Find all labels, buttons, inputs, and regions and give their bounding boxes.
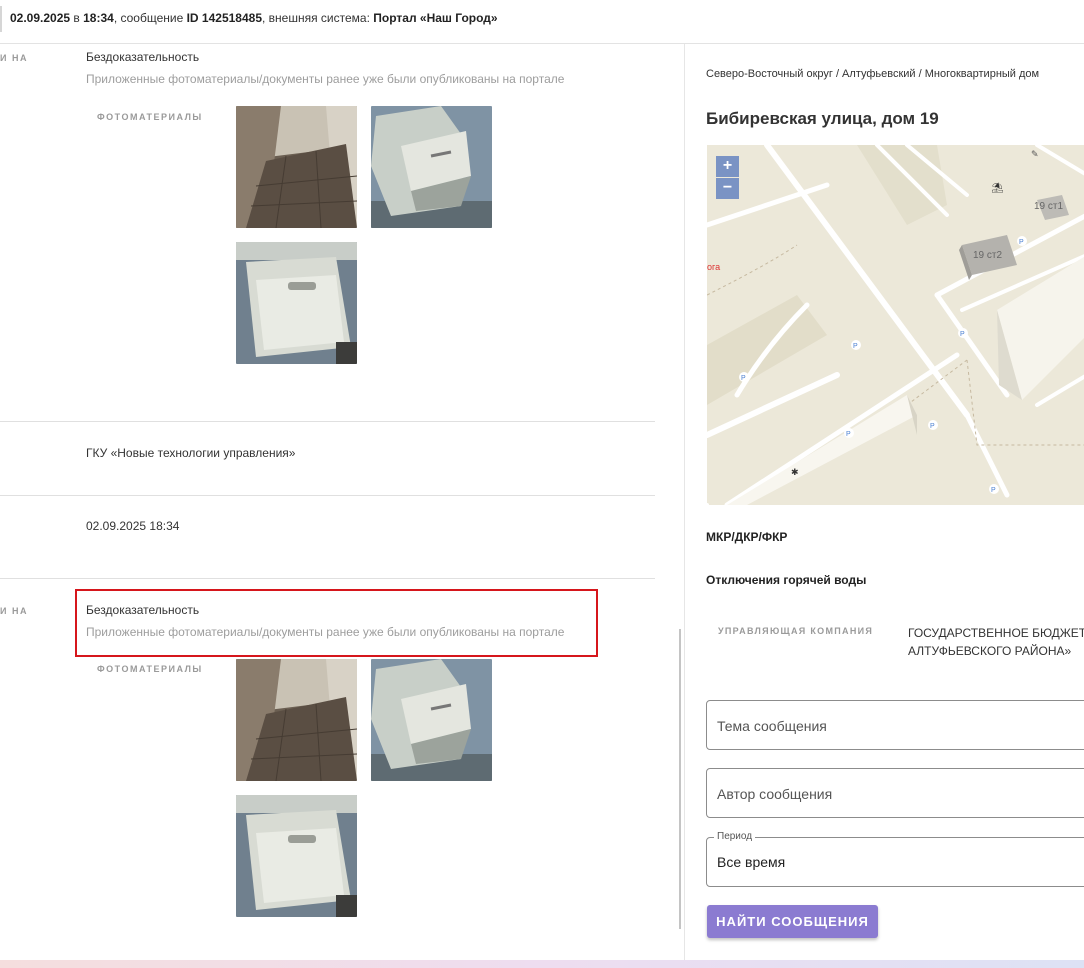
map-parking-icon: P bbox=[960, 331, 965, 338]
highlight-box bbox=[75, 589, 598, 657]
management-company-line: АЛТУФЬЕВСКОГО РАЙОНА» bbox=[908, 644, 1072, 658]
message-header: 02.09.2025 в 18:34, сообщение ID 1425184… bbox=[0, 0, 1084, 44]
map-parking-icon: P bbox=[741, 375, 746, 382]
map-poi-icon: ✎ bbox=[1031, 150, 1039, 160]
field-label-cut: И НА bbox=[0, 606, 28, 616]
message-details-panel: И НА Бездоказательность Приложенные фото… bbox=[0, 44, 684, 960]
map-poi-icon: ⛱ bbox=[991, 182, 1004, 194]
bottom-strip bbox=[0, 960, 1084, 968]
repair-programs-link[interactable]: МКР/ДКР/ФКР bbox=[706, 530, 787, 544]
period-select[interactable]: Период Все время bbox=[706, 831, 1084, 887]
map-zoom-in-button[interactable]: + bbox=[716, 156, 739, 177]
hot-water-outages-link[interactable]: Отключения горячей воды bbox=[706, 573, 866, 587]
management-company-label: УПРАВЛЯЮЩАЯ КОМПАНИЯ bbox=[718, 626, 874, 636]
map-building-label: 19 ст2 bbox=[973, 250, 1002, 261]
find-messages-button[interactable]: НАЙТИ СООБЩЕНИЯ bbox=[707, 905, 878, 938]
photos-label: ФОТОМАТЕРИАЛЫ bbox=[97, 112, 203, 122]
map-parking-icon: P bbox=[853, 343, 858, 350]
topic-placeholder: Тема сообщения bbox=[717, 718, 827, 734]
address-title: Бибиревская улица, дом 19 bbox=[706, 109, 939, 128]
photos-label: ФОТОМАТЕРИАЛЫ bbox=[97, 664, 203, 674]
message-id: ID 142518485 bbox=[186, 11, 262, 25]
system-name: Портал «Наш Город» bbox=[373, 11, 498, 25]
map-zoom-out-button[interactable]: − bbox=[716, 178, 739, 199]
map[interactable]: 19 ст2 19 ст1 ога P P P P P P P ⛱ ✎ ✱ + … bbox=[707, 145, 1084, 505]
photo-thumbnail-chute-closed[interactable] bbox=[236, 795, 357, 917]
breadcrumb: Северо-Восточный округ / Алтуфьевский / … bbox=[706, 68, 1040, 80]
map-edge-label: ога bbox=[707, 262, 720, 272]
rejection-reason-description: Приложенные фотоматериалы/документы ране… bbox=[86, 72, 565, 86]
photo-thumbnail-corridor[interactable] bbox=[236, 659, 357, 781]
map-parking-icon: P bbox=[930, 423, 935, 430]
message-prefix: , сообщение bbox=[113, 11, 187, 25]
management-company-line: ГОСУДАРСТВЕННОЕ БЮДЖЕТН bbox=[908, 626, 1084, 640]
management-company-value: ГОСУДАРСТВЕННОЕ БЮДЖЕТН АЛТУФЬЕВСКОГО РА… bbox=[908, 624, 1084, 660]
in-word: в bbox=[70, 11, 84, 25]
scrollbar[interactable] bbox=[679, 629, 681, 929]
period-value: Все время bbox=[717, 854, 786, 870]
message-datetime: 02.09.2025 18:34 bbox=[86, 519, 180, 533]
divider bbox=[0, 578, 655, 579]
message-date: 02.09.2025 bbox=[10, 11, 71, 25]
photo-thumbnail-chute-open[interactable] bbox=[371, 659, 492, 781]
map-parking-icon: P bbox=[1019, 239, 1024, 246]
map-parking-icon: P bbox=[846, 431, 851, 438]
photo-thumbnail-chute-open[interactable] bbox=[371, 106, 492, 228]
rejection-reason-title: Бездоказательность bbox=[86, 50, 200, 64]
field-label-cut: И НА bbox=[0, 53, 28, 63]
author-input[interactable]: Автор сообщения bbox=[706, 768, 1084, 818]
topic-input[interactable]: Тема сообщения bbox=[706, 700, 1084, 750]
period-label: Период bbox=[714, 831, 756, 842]
message-time: 18:34 bbox=[83, 11, 114, 25]
organization-name: ГКУ «Новые технологии управления» bbox=[86, 446, 296, 460]
divider bbox=[0, 421, 655, 422]
header-edge-divider bbox=[0, 6, 2, 32]
photo-thumbnail-chute-closed[interactable] bbox=[236, 242, 357, 364]
map-parking-icon: P bbox=[991, 487, 996, 494]
divider bbox=[0, 495, 655, 496]
map-building-label: 19 ст1 bbox=[1034, 201, 1063, 212]
address-panel: Северо-Восточный округ / Алтуфьевский / … bbox=[684, 44, 1084, 960]
author-placeholder: Автор сообщения bbox=[717, 786, 833, 802]
map-poi-icon: ✱ bbox=[791, 468, 799, 478]
system-prefix: , внешняя система: bbox=[262, 11, 374, 25]
message-header-line: 02.09.2025 в 18:34, сообщение ID 1425184… bbox=[10, 11, 498, 25]
photo-thumbnail-corridor[interactable] bbox=[236, 106, 357, 228]
